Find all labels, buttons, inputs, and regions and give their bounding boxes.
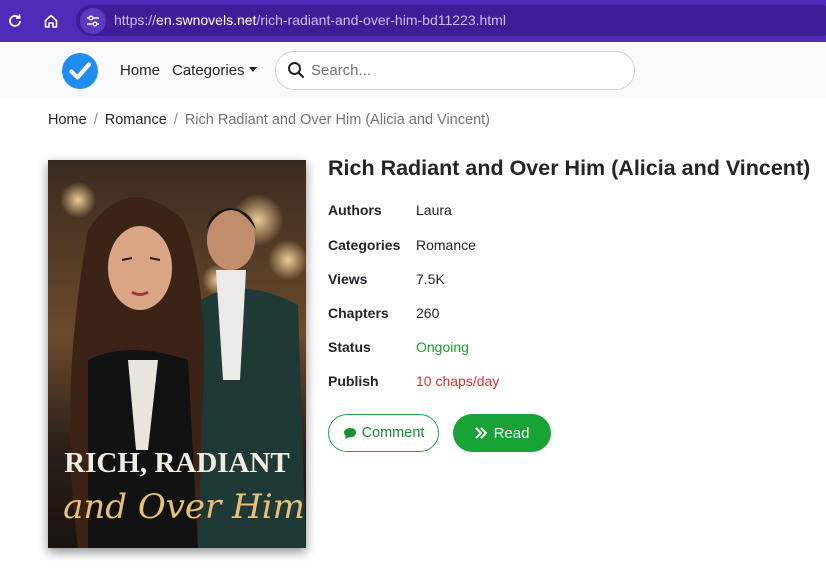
info-label-categories: Categories [328, 237, 401, 253]
info-value-chapters: 260 [416, 305, 440, 321]
checkmark-badge-icon[interactable] [62, 53, 98, 89]
url-text[interactable]: https://en.swnovels.net/rich-radiant-and… [114, 12, 506, 28]
breadcrumb: Home / Romance / Rich Radiant and Over Him (… [48, 112, 490, 128]
url-protocol: https:// [114, 12, 157, 28]
breadcrumb-separator: / [173, 112, 178, 128]
caret-down-icon [248, 67, 257, 72]
info-label-chapters: Chapters [328, 305, 389, 321]
comment-icon [343, 427, 356, 439]
comment-label: Comment [361, 425, 425, 441]
cover-title-line2: and Over Him [63, 487, 305, 527]
breadcrumb-romance[interactable]: Romance [105, 112, 167, 128]
nav-categories-label: Categories [172, 62, 245, 79]
breadcrumb-current: Rich Radiant and Over Him (Alicia and Vi… [184, 112, 490, 128]
info-value-status: Ongoing [416, 339, 469, 355]
url-host: en.swnovels.net [156, 12, 257, 28]
home-icon [44, 14, 58, 28]
info-value-publish: 10 chaps/day [416, 373, 500, 389]
reload-button[interactable] [1, 7, 29, 35]
search-input[interactable] [311, 60, 611, 80]
book-title: Rich Radiant and Over Him (Alicia and Vi… [328, 156, 811, 180]
info-value-categories[interactable]: Romance [416, 237, 476, 253]
book-cover-image: RICH, RADIANT and Over Him [48, 160, 306, 548]
url-path: /rich-radiant-and-over-him-bd11223.html [256, 12, 506, 28]
info-label-authors: Authors [328, 202, 382, 218]
info-value-views: 7.5K [416, 271, 445, 287]
breadcrumb-home[interactable]: Home [48, 112, 87, 128]
nav-categories-dropdown[interactable]: Categories [172, 62, 257, 79]
comment-button[interactable]: Comment [328, 414, 439, 452]
read-label: Read [493, 424, 530, 442]
site-info-icon [87, 15, 99, 27]
nav-home-link[interactable]: Home [120, 62, 160, 79]
search-icon [288, 62, 305, 79]
info-label-status: Status [328, 339, 371, 355]
book-cover: RICH, RADIANT and Over Him [48, 160, 306, 548]
home-button[interactable] [37, 7, 65, 35]
breadcrumb-separator: / [93, 112, 98, 128]
cover-title-line1: RICH, RADIANT [64, 447, 290, 479]
site-info-button[interactable] [80, 8, 106, 34]
read-button[interactable]: Read [453, 414, 551, 452]
reload-icon [9, 14, 21, 27]
double-chevron-right-icon [475, 427, 487, 439]
info-label-views: Views [328, 271, 368, 287]
info-value-authors[interactable]: Laura [416, 202, 452, 218]
browser-toolbar: https://en.swnovels.net/rich-radiant-and… [0, 0, 826, 42]
info-label-publish: Publish [328, 373, 379, 389]
